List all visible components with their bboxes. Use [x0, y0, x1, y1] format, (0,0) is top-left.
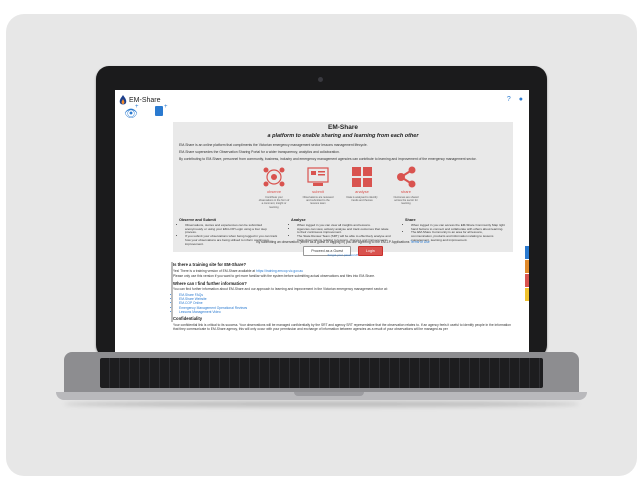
new-document-icon[interactable] — [155, 106, 163, 116]
column-heading: Analyse — [291, 218, 306, 222]
laptop-notch — [294, 392, 364, 396]
info-heading: Where can I find further information? — [173, 280, 247, 286]
training-text: Yes! There is a training version of EM-S… — [173, 269, 513, 274]
side-tab-orange[interactable] — [525, 260, 529, 273]
info-link[interactable]: Lessons Management Video — [179, 310, 513, 314]
app-title: EM-Share — [129, 97, 161, 104]
intro-text: EM-Share is an online platform that comp… — [179, 143, 507, 164]
photo-stage: EM-Share ? ● 👁 + + EM-Share a platform t… — [0, 0, 643, 484]
terms-of-use-link[interactable]: Terms of Use — [410, 240, 429, 244]
plus-icon: + — [164, 104, 168, 110]
process-tiles: observe Contribute your observations in … — [257, 164, 427, 216]
share-icon — [397, 166, 416, 188]
faq-section: Is there a training site for EM-Share? Y… — [173, 260, 513, 333]
submit-icon — [307, 167, 329, 186]
intro-paragraph: EM-Share is an online platform that comp… — [179, 143, 368, 147]
tile-description: Observations are reviewed and submitted … — [302, 196, 334, 206]
observe-icon — [263, 167, 285, 187]
tile-description: Contribute your observations in the form… — [258, 196, 290, 209]
camera-icon — [318, 77, 323, 82]
tile-share: share Outcomes are shared across the sec… — [389, 164, 423, 216]
help-icon[interactable]: ? — [507, 96, 511, 103]
keyboard — [100, 358, 543, 388]
laptop-screen: EM-Share ? ● 👁 + + EM-Share a platform t… — [115, 90, 529, 354]
agree-text: By submitting an observation (either as … — [256, 240, 410, 244]
main-content: EM-Share a platform to enable sharing an… — [173, 122, 513, 354]
welcome-card: EM-Share a platform to enable sharing an… — [173, 122, 513, 256]
side-tab-yellow[interactable] — [525, 288, 529, 301]
header-icons: ? ● — [501, 96, 523, 103]
intro-paragraph: By contributing to EM-Share, personnel f… — [179, 157, 477, 162]
user-icon[interactable]: ● — [519, 96, 523, 103]
tile-label: observe — [266, 189, 282, 194]
terms-agreement: By submitting an observation (either as … — [173, 240, 513, 245]
tile-observe: observe Contribute your observations in … — [257, 164, 291, 216]
side-tab-blue[interactable] — [525, 246, 529, 259]
tile-description: Data is analysed to identify trends and … — [346, 196, 378, 203]
info-text: You can find further information about E… — [173, 287, 388, 292]
laptop-base — [56, 352, 587, 408]
laptop-shadow — [64, 401, 579, 407]
tile-submit: submit Observations are reviewed and sub… — [301, 164, 335, 216]
tile-label: analyse — [355, 189, 369, 194]
training-text-2: Please only use this version if you want… — [173, 274, 375, 279]
hero-subtitle: a platform to enable sharing and learnin… — [267, 133, 419, 139]
tile-analyse: analyse Data is analysed to identify tre… — [345, 164, 379, 216]
column-heading: Share — [405, 218, 416, 222]
hero-title: EM-Share — [328, 124, 358, 131]
column-heading: Observe and Submit — [179, 218, 216, 222]
analyse-icon — [352, 167, 372, 187]
side-tabs — [525, 246, 529, 302]
keyboard-deck — [64, 352, 579, 394]
confidentiality-heading: Confidentiality — [173, 315, 203, 321]
tile-label: submit — [312, 189, 324, 194]
training-site-link[interactable]: https://training.emcop.vic.gov.au — [256, 269, 303, 273]
plus-icon: + — [135, 104, 139, 110]
training-text-part: Yes! There is a training version of EM-S… — [173, 268, 256, 273]
app-logo-icon — [119, 95, 127, 105]
training-heading: Is there a training site for EM-Share? — [173, 262, 247, 267]
app-header: EM-Share ? ● 👁 + + — [115, 90, 529, 120]
tile-description: Outcomes are shared across the sector fo… — [393, 196, 419, 206]
intro-paragraph: EM-Share supersedes the Observation Shar… — [179, 150, 340, 155]
tile-label: share — [400, 189, 411, 194]
confidentiality-text: Your confidential link is critical to it… — [173, 322, 511, 332]
side-tab-red[interactable] — [525, 274, 529, 287]
forgot-password-link[interactable]: Forgot your password? — [173, 253, 513, 258]
